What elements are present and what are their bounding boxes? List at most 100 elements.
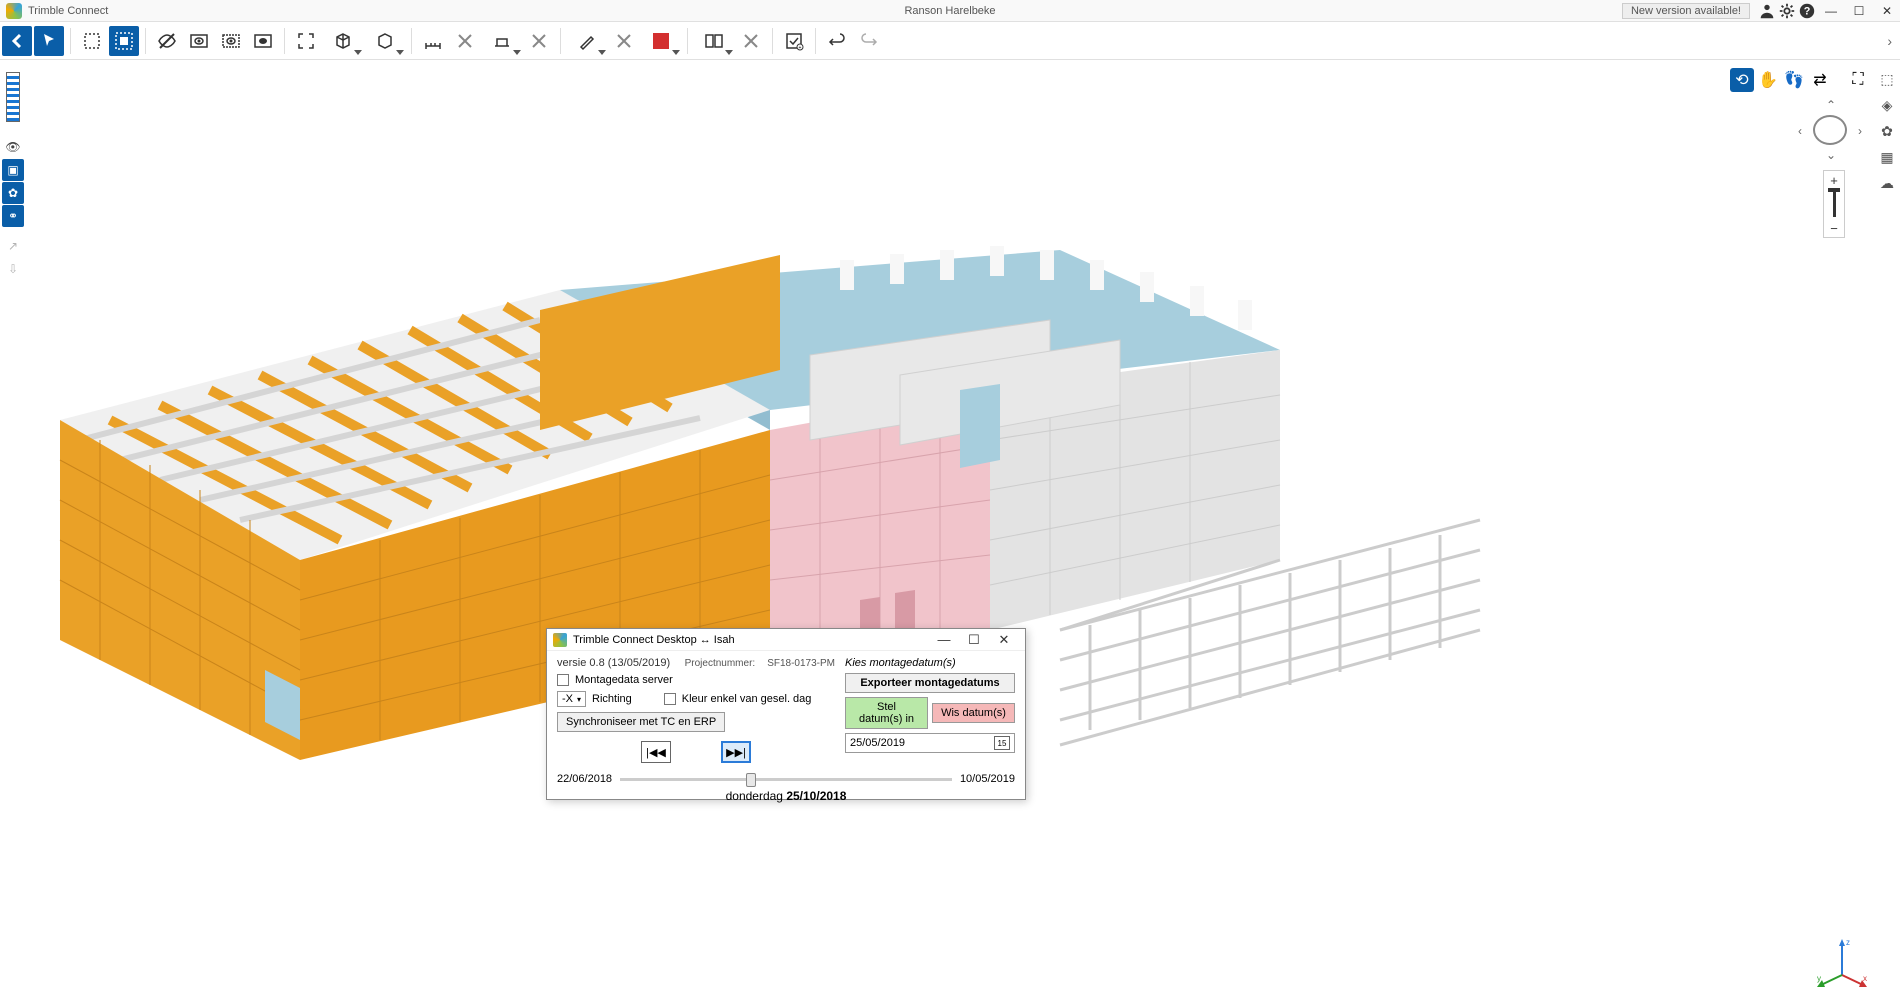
project-name: Ranson Harelbeke — [904, 5, 995, 17]
expand-right-icon[interactable]: › — [1887, 33, 1898, 49]
current-day: donderdag — [726, 789, 783, 803]
export-button[interactable]: Exporteer montagedatums — [845, 673, 1015, 693]
down-panel-icon[interactable]: ⇩ — [2, 258, 24, 280]
arrow-panel-icon[interactable]: ↗ — [2, 235, 24, 257]
svg-text:z: z — [1846, 938, 1850, 947]
pan-tool-icon[interactable]: ✋ — [1756, 68, 1780, 92]
project-value: SF18-0173-PM — [767, 658, 835, 669]
orbit-widget[interactable]: ⌃⌄‹› — [1800, 100, 1860, 160]
zoom-widget[interactable]: + − — [1823, 170, 1845, 238]
area-select-button[interactable] — [109, 26, 139, 56]
select-tool-button[interactable] — [34, 26, 64, 56]
walk-tool-icon[interactable]: 👣 — [1782, 68, 1806, 92]
cube-side-icon[interactable]: ⬚ — [1876, 68, 1898, 90]
right-tool-panel: ⬚ ◈ ✿ ▦ ☁ — [1876, 68, 1898, 194]
svg-text:x: x — [1863, 974, 1867, 983]
main-toolbar: + › — [0, 22, 1900, 60]
date-input[interactable]: 25/05/2019 15 — [845, 733, 1015, 753]
kleur-label: Kleur enkel van gesel. dag — [682, 693, 812, 705]
date-slider[interactable] — [620, 778, 952, 781]
dialog-title: Trimble Connect Desktop ↔ Isah — [573, 634, 929, 646]
left-tool-panel: 👁 ▣ ✿ ⚭ ↗ ⇩ — [2, 68, 24, 280]
zoom-handle-icon[interactable] — [1833, 191, 1836, 217]
compare-button[interactable] — [694, 26, 734, 56]
montagedata-checkbox[interactable] — [557, 674, 569, 686]
image-side-icon[interactable]: ▦ — [1876, 146, 1898, 168]
redo-button[interactable] — [854, 26, 884, 56]
clip-plane-button[interactable] — [482, 26, 522, 56]
stel-button[interactable]: Stel datum(s) in — [845, 697, 928, 729]
dialog-maximize-icon[interactable]: ☐ — [959, 632, 989, 648]
help-icon[interactable]: ? — [1798, 2, 1816, 20]
settings-side-icon[interactable]: ✿ — [1876, 120, 1898, 142]
dialog-minimize-icon[interactable]: — — [929, 632, 959, 647]
look-tool-icon[interactable]: ⇄ — [1808, 68, 1832, 92]
kies-label: Kies montagedatum(s) — [845, 657, 1015, 669]
sync-button[interactable]: Synchroniseer met TC en ERP — [557, 712, 725, 732]
eye-panel-icon[interactable]: 👁 — [2, 136, 24, 158]
undo-button[interactable] — [822, 26, 852, 56]
tape-measure-icon[interactable] — [6, 72, 20, 122]
slider-start: 22/06/2018 — [557, 773, 612, 785]
box-panel-icon[interactable]: ▣ — [2, 159, 24, 181]
color-picker-button[interactable] — [641, 26, 681, 56]
clear-compare-button[interactable] — [736, 26, 766, 56]
date-value: 25/05/2019 — [850, 737, 905, 749]
slider-end: 10/05/2019 — [960, 773, 1015, 785]
dialog-logo-icon — [553, 633, 567, 647]
link-panel-icon[interactable]: ⚭ — [2, 205, 24, 227]
next-date-button[interactable]: ▶▶| — [721, 741, 751, 763]
cloud-side-icon[interactable]: ☁ — [1876, 172, 1898, 194]
show-only-area-button[interactable] — [216, 26, 246, 56]
collapse-panel-button[interactable] — [2, 26, 32, 56]
model-view-button[interactable] — [323, 26, 363, 56]
cube-view-button[interactable] — [365, 26, 405, 56]
hide-button[interactable] — [152, 26, 182, 56]
dialog-close-icon[interactable]: ✕ — [989, 632, 1019, 648]
window-close-icon[interactable]: ✕ — [1874, 2, 1900, 20]
markup-button[interactable] — [567, 26, 607, 56]
svg-text:y: y — [1817, 974, 1821, 983]
project-label: Projectnummer: — [685, 658, 756, 669]
layers-side-icon[interactable]: ◈ — [1876, 94, 1898, 116]
orbit-tool-icon[interactable]: ⟲ — [1730, 68, 1754, 92]
dialog-version: versie 0.8 (13/05/2019) — [557, 657, 670, 669]
zoom-out-icon[interactable]: − — [1824, 219, 1844, 237]
svg-text:?: ? — [1804, 5, 1811, 17]
title-bar: Trimble Connect Ranson Harelbeke New ver… — [0, 0, 1900, 22]
richting-label: Richting — [592, 693, 632, 705]
measure-button[interactable] — [418, 26, 448, 56]
slider-thumb[interactable] — [746, 773, 756, 787]
svg-text:+: + — [799, 45, 802, 51]
box-select-button[interactable] — [77, 26, 107, 56]
fullscreen-tool-icon[interactable]: ⛶ — [1846, 68, 1870, 92]
todo-button[interactable]: + — [779, 26, 809, 56]
calendar-icon[interactable]: 15 — [994, 736, 1010, 750]
clear-clip-button[interactable] — [524, 26, 554, 56]
app-logo-icon — [6, 3, 22, 19]
montagedata-label: Montagedata server — [575, 674, 673, 686]
axis-gizmo-icon[interactable]: z x y — [1815, 935, 1870, 990]
kleur-checkbox[interactable] — [664, 693, 676, 705]
nav-tools: ⟲ ✋ 👣 ⇄ ⛶ — [1730, 68, 1870, 92]
fit-view-button[interactable] — [291, 26, 321, 56]
user-icon[interactable] — [1758, 2, 1776, 20]
window-minimize-icon[interactable]: — — [1818, 2, 1844, 20]
new-version-button[interactable]: New version available! — [1622, 3, 1750, 19]
dialog-titlebar[interactable]: Trimble Connect Desktop ↔ Isah — ☐ ✕ — [547, 629, 1025, 651]
gear-panel-icon[interactable]: ✿ — [2, 182, 24, 204]
richting-select[interactable]: -X▾ — [557, 691, 586, 707]
3d-viewport[interactable]: z x y — [0, 60, 1900, 1000]
clear-markup-button[interactable] — [609, 26, 639, 56]
gear-icon[interactable] — [1778, 2, 1796, 20]
window-maximize-icon[interactable]: ☐ — [1846, 2, 1872, 20]
zoom-in-icon[interactable]: + — [1824, 171, 1844, 189]
prev-date-button[interactable]: |◀◀ — [641, 741, 671, 763]
app-name: Trimble Connect — [28, 5, 108, 17]
clear-measure-button[interactable] — [450, 26, 480, 56]
current-date: 25/10/2018 — [786, 789, 846, 803]
wis-button[interactable]: Wis datum(s) — [932, 703, 1015, 723]
show-all-button[interactable] — [248, 26, 278, 56]
show-only-button[interactable] — [184, 26, 214, 56]
isah-dialog: Trimble Connect Desktop ↔ Isah — ☐ ✕ ver… — [546, 628, 1026, 800]
